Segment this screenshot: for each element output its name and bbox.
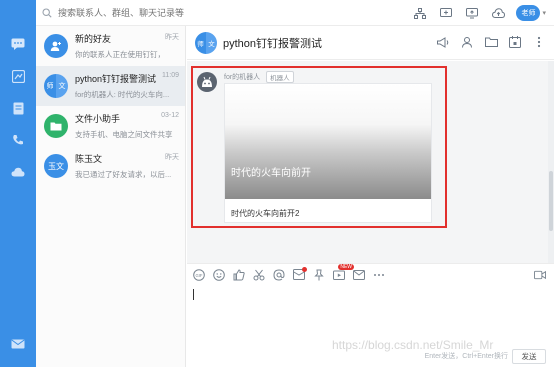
conversation-time: 昨天 <box>165 34 179 41</box>
top-bar: 老师 ▾ <box>36 0 554 26</box>
watermark: https://blog.csdn.net/Smile_Mr <box>332 338 494 352</box>
conversation-item-new-friends[interactable]: 新的好友 你的联系人正在使用钉钉， 昨天 <box>36 26 185 66</box>
card-image-caption: 时代的火车向前开 <box>231 168 311 179</box>
conversation-time: 昨天 <box>165 154 179 161</box>
robot-tag: 机器人 <box>266 71 294 83</box>
org-chart-icon[interactable] <box>412 5 428 21</box>
message-input[interactable]: Enter发送，Ctrl+Enter换行 发送 <box>187 285 554 367</box>
notification-dot <box>302 266 307 272</box>
conversation-preview: 支持手机、电脑之间文件共享 <box>75 130 173 139</box>
message-list: for的机器人 机器人 时代的火车向前开 时代的火车向前开2 <box>187 61 554 263</box>
nav-rail <box>0 0 36 367</box>
cloud-icon[interactable] <box>10 164 26 180</box>
conversation-time: 11:09 <box>162 72 179 79</box>
new-chat-icon[interactable] <box>438 5 454 21</box>
send-button[interactable]: 发送 <box>512 349 546 364</box>
chat-header: 师 文 python钉钉报警测试 <box>187 26 554 60</box>
svg-text:GIF: GIF <box>196 272 203 277</box>
composer-toolbar: GIF NEW <box>187 263 554 285</box>
conversation-name: 文件小助手 <box>75 114 121 124</box>
chat-icon[interactable] <box>10 36 26 52</box>
new-badge: NEW <box>338 263 354 270</box>
chat-header-actions <box>436 35 546 49</box>
screen-share-icon[interactable] <box>464 5 480 21</box>
robot-icon <box>197 72 217 92</box>
search-box[interactable] <box>40 3 240 23</box>
more-icon[interactable] <box>532 35 546 49</box>
document-icon[interactable] <box>10 100 26 116</box>
conversation-preview: for的机器人: 时代的火车向... <box>75 90 170 99</box>
at-icon[interactable] <box>273 268 285 281</box>
conversation-time: 03-12 <box>161 112 179 119</box>
chat-avatar: 师 文 <box>195 31 217 54</box>
conversation-item-python-alert[interactable]: 师 文 python钉钉报警测试 for的机器人: 时代的火车向... 11:0… <box>36 66 185 106</box>
chevron-down-icon[interactable]: ▾ <box>542 9 546 17</box>
user-menu[interactable]: 老师 ▾ <box>516 5 546 21</box>
cloud-upload-icon[interactable] <box>490 5 506 21</box>
conversation-preview: 我已通过了好友请求，以后... <box>75 170 172 179</box>
message-sender-line: for的机器人 机器人 <box>224 71 294 83</box>
user-avatar[interactable]: 老师 <box>516 5 541 21</box>
search-icon <box>40 6 54 20</box>
video-call-icon[interactable] <box>534 269 546 281</box>
chat-panel: 师 文 python钉钉报警测试 for的机器人 机器人 时代的火车向前开 时代… <box>187 26 554 367</box>
group-avatar-left: 师 <box>44 74 56 98</box>
chat-avatar-left: 师 <box>195 31 206 54</box>
calendar-icon[interactable] <box>508 35 522 49</box>
conversation-list: 新的好友 你的联系人正在使用钉钉， 昨天 师 文 python钉钉报警测试 fo… <box>36 26 186 367</box>
pin-icon[interactable] <box>313 269 325 281</box>
chat-title: python钉钉报警测试 <box>223 37 323 50</box>
search-input[interactable] <box>58 8 228 18</box>
group-avatar: 师 文 <box>44 74 68 98</box>
conversation-preview: 你的联系人正在使用钉钉， <box>75 50 165 59</box>
phone-icon[interactable] <box>10 132 26 148</box>
scrollbar-thumb[interactable] <box>549 171 553 231</box>
scissors-icon[interactable] <box>253 269 265 281</box>
workbench-icon[interactable] <box>10 68 26 84</box>
announcement-icon[interactable] <box>436 35 450 49</box>
conversation-name: 陈玉文 <box>75 154 103 164</box>
conversation-name: 新的好友 <box>75 34 112 44</box>
gif-icon[interactable]: GIF <box>193 268 205 281</box>
top-actions: 老师 ▾ <box>412 3 546 23</box>
avatar: 玉文 <box>44 154 68 178</box>
card-image[interactable]: 时代的火车向前开 <box>225 84 431 199</box>
group-avatar-right: 文 <box>56 74 68 98</box>
red-packet-icon[interactable] <box>293 266 307 281</box>
message-sender: for的机器人 <box>224 74 261 81</box>
folder-icon <box>44 114 68 138</box>
member-icon[interactable] <box>460 35 474 49</box>
thumbs-up-icon[interactable] <box>233 268 245 281</box>
conversation-item-chen-yuwen[interactable]: 玉文 陈玉文 我已通过了好友请求，以后... 昨天 <box>36 146 185 186</box>
emoji-icon[interactable] <box>213 268 225 281</box>
text-cursor <box>193 289 194 300</box>
mail-icon[interactable] <box>10 336 26 352</box>
more-icon[interactable] <box>373 269 385 281</box>
folder-icon[interactable] <box>484 35 498 49</box>
conversation-item-file-helper[interactable]: 文件小助手 支持手机、电脑之间文件共享 03-12 <box>36 106 185 146</box>
live-icon[interactable]: NEW <box>333 263 354 281</box>
send-hint: Enter发送，Ctrl+Enter换行 <box>424 353 508 360</box>
feed-card[interactable]: 时代的火车向前开 时代的火车向前开2 <box>224 83 432 223</box>
chat-avatar-right: 文 <box>206 31 217 54</box>
person-add-icon <box>44 34 68 58</box>
scrollbar[interactable] <box>548 61 554 263</box>
mail-icon[interactable] <box>353 269 365 281</box>
conversation-name: python钉钉报警测试 <box>75 74 157 84</box>
card-link[interactable]: 时代的火车向前开2 <box>231 208 299 219</box>
